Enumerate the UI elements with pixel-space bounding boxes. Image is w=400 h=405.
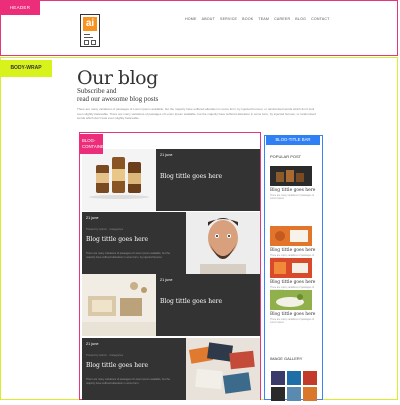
sidebar-post[interactable]: Blog tittle goes here There are many var…: [270, 258, 318, 292]
blog-card[interactable]: 21 june Posted by Admin · Categories Blo…: [82, 212, 260, 274]
page-subtitle: Subscribe and read our awesome blog post…: [77, 87, 197, 103]
sidebar-label: BLOG-TITLE BAR: [266, 135, 320, 145]
sidebar-post[interactable]: Blog tittle goes here There are many var…: [270, 226, 318, 260]
nav-item-home[interactable]: HOME: [185, 17, 197, 21]
nav-item-about[interactable]: ABOUT: [202, 17, 215, 21]
nav-item-book[interactable]: BOOK: [242, 17, 253, 21]
blog-card-image: [82, 274, 156, 336]
post-excerpt: There are many variations of passages of…: [86, 252, 170, 259]
sidebar-post-text: There are many variations of passages of…: [270, 194, 314, 201]
popular-post-heading: POPULAR POST: [270, 154, 302, 159]
logo-square: [84, 40, 89, 45]
sidebar-post-title[interactable]: Blog tittle goes here: [270, 312, 318, 317]
blog-container-label: BLOG- CONTAINER: [79, 134, 107, 154]
sidebar-post-text: There are many variations of passages of…: [270, 318, 314, 325]
post-excerpt: There are many variations of passages of…: [86, 378, 170, 385]
blog-card-image: [82, 149, 156, 211]
subtitle-line-2: read our awesome blog posts: [77, 95, 159, 103]
gallery-thumb[interactable]: [303, 371, 317, 385]
sidebar-post-thumb: [270, 226, 312, 246]
blog-card-panel: 21 june Blog tittle goes here: [156, 149, 260, 211]
blog-card-panel: 21 june Posted by Admin · Categories Blo…: [82, 212, 186, 274]
site-logo[interactable]: ai: [80, 14, 100, 47]
header-label: HEADER: [0, 0, 40, 15]
blog-card-image: [186, 212, 260, 274]
sidebar-post[interactable]: Blog tittle goes here There are many var…: [270, 166, 318, 200]
blog-card[interactable]: 21 june Blog tittle goes here: [82, 149, 260, 211]
post-title[interactable]: Blog tittle goes here: [86, 362, 148, 369]
logo-line: [84, 34, 90, 35]
sidebar-thumb-image: [276, 170, 304, 182]
sidebar-thumb-image: [274, 262, 308, 274]
gallery-thumb[interactable]: [287, 387, 301, 401]
sidebar-post-thumb: [270, 290, 312, 310]
blog-card-panel: 21 june Posted by Admin · Categories Blo…: [82, 338, 186, 400]
sidebar-thumb-image: [275, 230, 308, 242]
post-date: 21 june: [86, 342, 99, 346]
blog-card[interactable]: 21 june Blog tittle goes here: [82, 274, 260, 336]
logo-line: [84, 37, 93, 38]
tins-illustration: [89, 157, 149, 199]
post-date: 21 june: [86, 216, 99, 220]
subtitle-line-1: Subscribe and: [77, 87, 117, 95]
sidebar-post-thumb: [270, 166, 312, 186]
gallery-thumb[interactable]: [287, 371, 301, 385]
sidebar-post-thumb: [270, 258, 312, 278]
post-meta: Posted by Admin · Categories: [86, 227, 123, 231]
nav-item-service[interactable]: SERVICE: [220, 17, 237, 21]
sidebar-post[interactable]: Blog tittle goes here There are many var…: [270, 290, 318, 324]
sidebar-post-title[interactable]: Blog tittle goes here: [270, 248, 318, 253]
sidebar-post-title[interactable]: Blog tittle goes here: [270, 188, 318, 193]
gallery-thumb[interactable]: [271, 371, 285, 385]
packaging-illustration: [82, 282, 156, 336]
blog-card[interactable]: 21 june Posted by Admin · Categories Blo…: [82, 338, 260, 400]
blog-label-line-2: CONTAINER: [82, 143, 107, 149]
nav-item-blog[interactable]: BLOG: [295, 17, 306, 21]
post-date: 21 june: [160, 153, 173, 157]
man-portrait-illustration: [200, 218, 246, 274]
image-gallery-heading: IMAGE GALLERY: [270, 356, 303, 361]
gallery-thumb[interactable]: [303, 387, 317, 401]
sidebar-post-title[interactable]: Blog tittle goes here: [270, 280, 318, 285]
post-meta: Posted by Admin · Categories: [86, 353, 123, 357]
post-title[interactable]: Blog tittle goes here: [86, 236, 148, 243]
post-date: 21 june: [160, 278, 173, 282]
business-cards-illustration: [188, 342, 255, 394]
sidebar-thumb-image: [276, 294, 304, 307]
body-wrap-label: BODY-WRAP: [0, 60, 52, 77]
post-title[interactable]: Blog tittle goes here: [160, 298, 222, 305]
logo-square: [91, 40, 96, 45]
blog-card-panel: 21 june Blog tittle goes here: [156, 274, 260, 336]
nav-item-career[interactable]: CAREER: [274, 17, 290, 21]
nav-item-contact[interactable]: CONTACT: [311, 17, 330, 21]
gallery-thumb[interactable]: [271, 387, 285, 401]
post-title[interactable]: Blog tittle goes here: [160, 173, 222, 180]
nav-item-team[interactable]: TEAM: [258, 17, 269, 21]
logo-mark: ai: [83, 17, 97, 31]
page-title: Our blog: [77, 67, 158, 89]
header-region: [0, 0, 398, 56]
main-nav: HOME ABOUT SERVICE BOOK TEAM CAREER BLOG…: [185, 17, 330, 21]
blog-card-image: [186, 338, 260, 400]
intro-text: There are many variations of passages of…: [77, 107, 316, 120]
